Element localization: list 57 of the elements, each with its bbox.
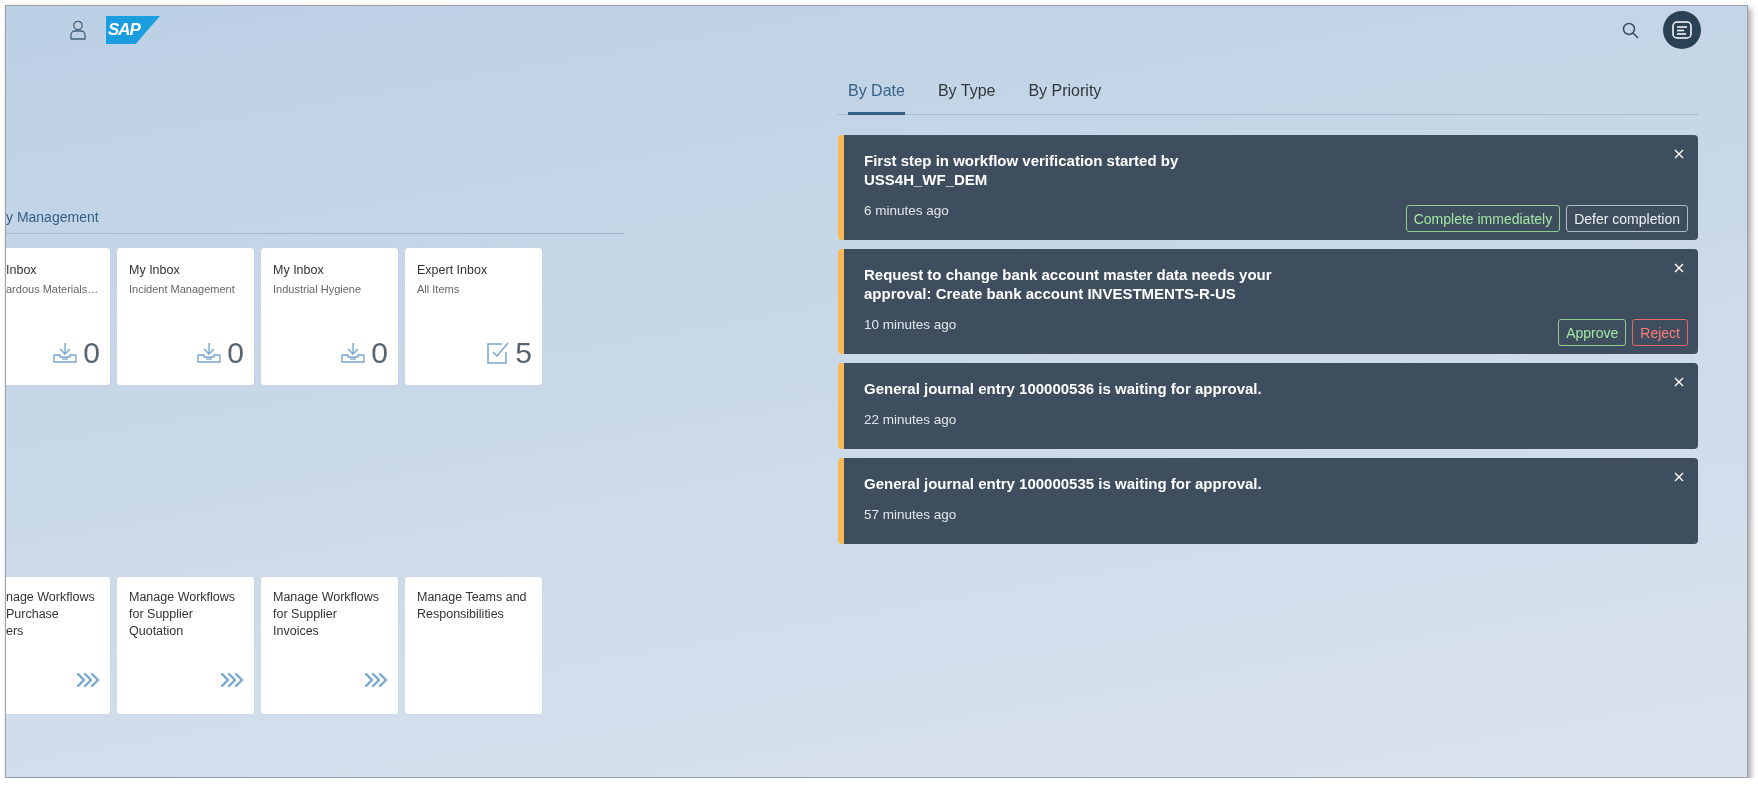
tile-subtitle: Industrial Hygiene — [273, 283, 362, 295]
inbox-tray-icon — [197, 342, 222, 364]
tile-count: 0 — [83, 337, 100, 369]
action-button[interactable]: Complete immediately — [1405, 205, 1561, 232]
notification-time: 57 minutes ago — [864, 507, 957, 522]
tile-count: 0 — [227, 337, 244, 369]
user-icon — [70, 20, 86, 40]
action-button[interactable]: Approve — [1558, 319, 1627, 346]
tile-count: 5 — [515, 337, 532, 369]
close-icon — [1674, 263, 1684, 273]
close-icon — [1674, 149, 1684, 159]
notification-time: 6 minutes ago — [864, 203, 949, 218]
tile-subtitle: Incident Management — [129, 283, 235, 295]
tile-title: Manage Teams and Responsibilities — [417, 589, 527, 623]
close-icon — [1674, 472, 1684, 482]
group-title: y Management — [6, 209, 99, 225]
tab[interactable]: By Priority — [1028, 74, 1102, 115]
tile-title: Expert Inbox — [417, 262, 488, 279]
notification-time: 22 minutes ago — [864, 412, 957, 427]
tab[interactable]: By Date — [848, 74, 905, 115]
user-button[interactable] — [70, 20, 86, 40]
inbox-tray-icon — [53, 342, 78, 364]
tile-title: Manage Workflows for Supplier Quotation — [129, 589, 236, 640]
search-icon — [1622, 21, 1639, 39]
app-tile[interactable]: Manage Teams and Responsibilities — [405, 577, 542, 714]
chevrons-icon — [76, 672, 100, 688]
tile-subtitle: ardous Materials… — [6, 283, 99, 295]
tile-count: 0 — [371, 337, 388, 369]
tile-title: Inbox — [6, 262, 37, 279]
checkbox-tick-icon — [487, 342, 510, 364]
notification-title: Request to change bank account master data needs your approval: Create bank account INVESTMENTS-R-US — [864, 265, 1272, 303]
tile-title: My Inbox — [273, 262, 324, 279]
notification-title: General journal entry 100000535 is waiting for approval. — [864, 474, 1262, 493]
app-tile[interactable]: Inbox ardous Materials… 0 — [6, 248, 110, 385]
close-icon — [1674, 377, 1684, 387]
action-button[interactable]: Defer completion — [1566, 205, 1688, 232]
tab[interactable]: By Type — [937, 74, 996, 115]
notification-title: First step in workflow verification started by USS4H_WF_DEM — [864, 151, 1179, 189]
app-tile[interactable]: My Inbox Incident Management 0 — [117, 248, 254, 385]
menu-button[interactable] — [1663, 11, 1701, 49]
notification-time: 10 minutes ago — [864, 317, 957, 332]
app-tile[interactable]: My Inbox Industrial Hygiene 0 — [261, 248, 398, 385]
app-tile[interactable]: Manage Workflows for Supplier Invoices — [261, 577, 398, 714]
logo: SAP — [106, 16, 160, 44]
notification-title: General journal entry 100000536 is waiting for approval. — [864, 379, 1262, 398]
tile-title: My Inbox — [129, 262, 180, 279]
search-button[interactable] — [1622, 21, 1639, 39]
app-tile[interactable]: Expert Inbox All Items 5 — [405, 248, 542, 385]
app-tile[interactable]: Manage Workflows for Supplier Quotation — [117, 577, 254, 714]
chevrons-icon — [220, 672, 244, 688]
tile-title: nage Workflows Purchase ers — [6, 589, 95, 640]
app-tile[interactable]: nage Workflows Purchase ers — [6, 577, 110, 714]
tile-subtitle: All Items — [417, 283, 460, 295]
tile-title: Manage Workflows for Supplier Invoices — [273, 589, 380, 640]
menu-icon — [1672, 21, 1692, 39]
inbox-tray-icon — [341, 342, 366, 364]
chevrons-icon — [364, 672, 388, 688]
